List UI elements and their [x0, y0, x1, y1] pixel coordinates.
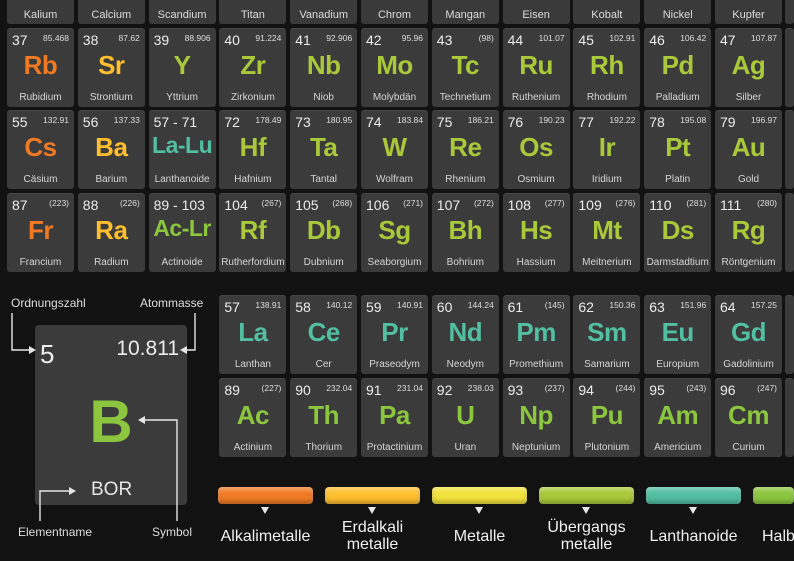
periodic-table-poster: Kalium Calcium Scandium Titan Vanadium Chrom M… — [0, 0, 794, 561]
legend-pointer-icon — [475, 507, 483, 514]
legend-label: Metalle — [422, 528, 537, 545]
legend-label-line1: Metalle — [453, 528, 506, 545]
legend-pointer-icon — [368, 507, 376, 514]
legend-label-line1: Übergangs — [547, 519, 626, 536]
arrow-symbol — [142, 419, 178, 521]
legend-label-line1: Alkalimetalle — [220, 528, 311, 545]
legend-label: Halbu — [762, 528, 794, 545]
legend-pointer-icon — [582, 507, 590, 514]
key-arrows — [11, 313, 196, 521]
legend-color-bar — [646, 487, 741, 504]
legend-color-bar — [218, 487, 313, 504]
legend-pointer-icon — [261, 507, 269, 514]
arrow-elementname — [39, 490, 72, 521]
arrow-ordnungszahl — [11, 313, 32, 351]
legend-label-line2: metalle — [560, 536, 613, 553]
legend-pointer-icon — [689, 507, 697, 514]
legend-color-bar — [432, 487, 527, 504]
legend-label: Lanthanoide — [636, 528, 751, 545]
legend-label: Erdalkali metalle — [315, 519, 430, 553]
legend-color-bar — [325, 487, 420, 504]
legend-color-bar — [753, 487, 794, 504]
legend-label: Übergangs metalle — [529, 519, 644, 553]
legend-color-bar — [539, 487, 634, 504]
legend-label-line1: Halbu — [762, 528, 794, 545]
legend-label-line1: Erdalkali — [341, 519, 404, 536]
legend-label-line2: metalle — [346, 536, 399, 553]
legend-label-line1: Lanthanoide — [649, 528, 738, 545]
legend-label: Alkalimetalle — [208, 528, 323, 545]
arrow-atommasse — [184, 313, 196, 351]
